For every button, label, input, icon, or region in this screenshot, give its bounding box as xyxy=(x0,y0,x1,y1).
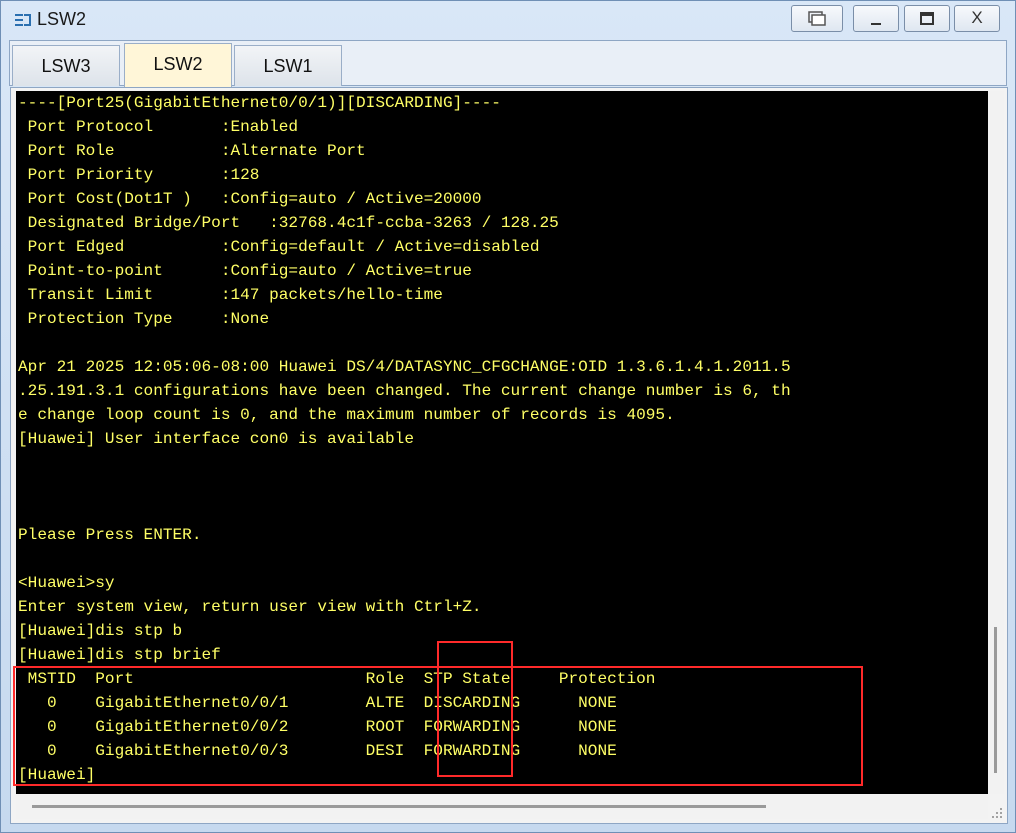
minimize-button[interactable] xyxy=(853,5,899,32)
title-bar[interactable]: LSW2 X xyxy=(1,1,1015,39)
terminal-line: Designated Bridge/Port :32768.4c1f-ccba-… xyxy=(18,214,559,232)
terminal-line: Port Role :Alternate Port xyxy=(18,142,366,160)
terminal-line: [Huawei] xyxy=(18,766,96,784)
terminal-line: Port Edged :Config=default / Active=disa… xyxy=(18,238,540,256)
maximize-icon xyxy=(920,12,934,25)
vertical-scrollbar[interactable] xyxy=(988,91,1004,794)
switch-icon xyxy=(14,11,32,29)
terminal-line: Apr 21 2025 12:05:06-08:00 Huawei DS/4/D… xyxy=(18,358,791,376)
close-icon: X xyxy=(971,8,983,27)
minimize-icon xyxy=(871,23,881,25)
tab-lsw2[interactable]: LSW2 xyxy=(124,43,232,87)
horizontal-scrollbar[interactable] xyxy=(16,795,988,819)
tab-lsw1[interactable]: LSW1 xyxy=(234,45,342,86)
terminal-line: 0 GigabitEthernet0/0/3 DESI FORWARDING N… xyxy=(18,742,617,760)
terminal-line: <Huawei>sy xyxy=(18,574,115,592)
window-title: LSW2 xyxy=(37,9,87,29)
app-window: LSW2 X LSW3 LSW2 LSW1 ----[Port25(Gigabi… xyxy=(0,0,1016,833)
terminal-line: .25.191.3.1 configurations have been cha… xyxy=(18,382,791,400)
restore-button[interactable] xyxy=(791,5,843,32)
terminal-line: 0 GigabitEthernet0/0/1 ALTE DISCARDING N… xyxy=(18,694,617,712)
terminal-line: Transit Limit :147 packets/hello-time xyxy=(18,286,443,304)
terminal-line: e change loop count is 0, and the maximu… xyxy=(18,406,675,424)
terminal-line: Please Press ENTER. xyxy=(18,526,202,544)
terminal-frame: ----[Port25(GigabitEthernet0/0/1)][DISCA… xyxy=(10,87,1008,824)
terminal-line: Port Priority :128 xyxy=(18,166,260,184)
terminal-line: Port Cost(Dot1T ) :Config=auto / Active=… xyxy=(18,190,482,208)
tab-lsw3[interactable]: LSW3 xyxy=(12,45,120,86)
close-button[interactable]: X xyxy=(954,5,1000,32)
tab-bar: LSW3 LSW2 LSW1 xyxy=(9,40,1007,87)
terminal-line: Point-to-point :Config=auto / Active=tru… xyxy=(18,262,472,280)
vertical-scroll-thumb[interactable] xyxy=(994,627,997,773)
terminal-line: Enter system view, return user view with… xyxy=(18,598,482,616)
terminal-line: [Huawei] User interface con0 is availabl… xyxy=(18,430,414,448)
terminal-output[interactable]: ----[Port25(GigabitEthernet0/0/1)][DISCA… xyxy=(16,91,988,794)
terminal-line: [Huawei]dis stp brief xyxy=(18,646,221,664)
terminal-line: 0 GigabitEthernet0/0/2 ROOT FORWARDING N… xyxy=(18,718,617,736)
maximize-button[interactable] xyxy=(904,5,950,32)
terminal-line: [Huawei]dis stp b xyxy=(18,622,183,640)
horizontal-scroll-thumb[interactable] xyxy=(32,805,766,808)
terminal-line: MSTID Port Role STP State Protection xyxy=(18,670,656,688)
terminal-line: Protection Type :None xyxy=(18,310,270,328)
terminal-line: ----[Port25(GigabitEthernet0/0/1)][DISCA… xyxy=(18,94,501,112)
resize-grip-icon[interactable] xyxy=(991,807,1003,819)
restore-icon xyxy=(808,11,826,26)
terminal-line: Port Protocol :Enabled xyxy=(18,118,299,136)
